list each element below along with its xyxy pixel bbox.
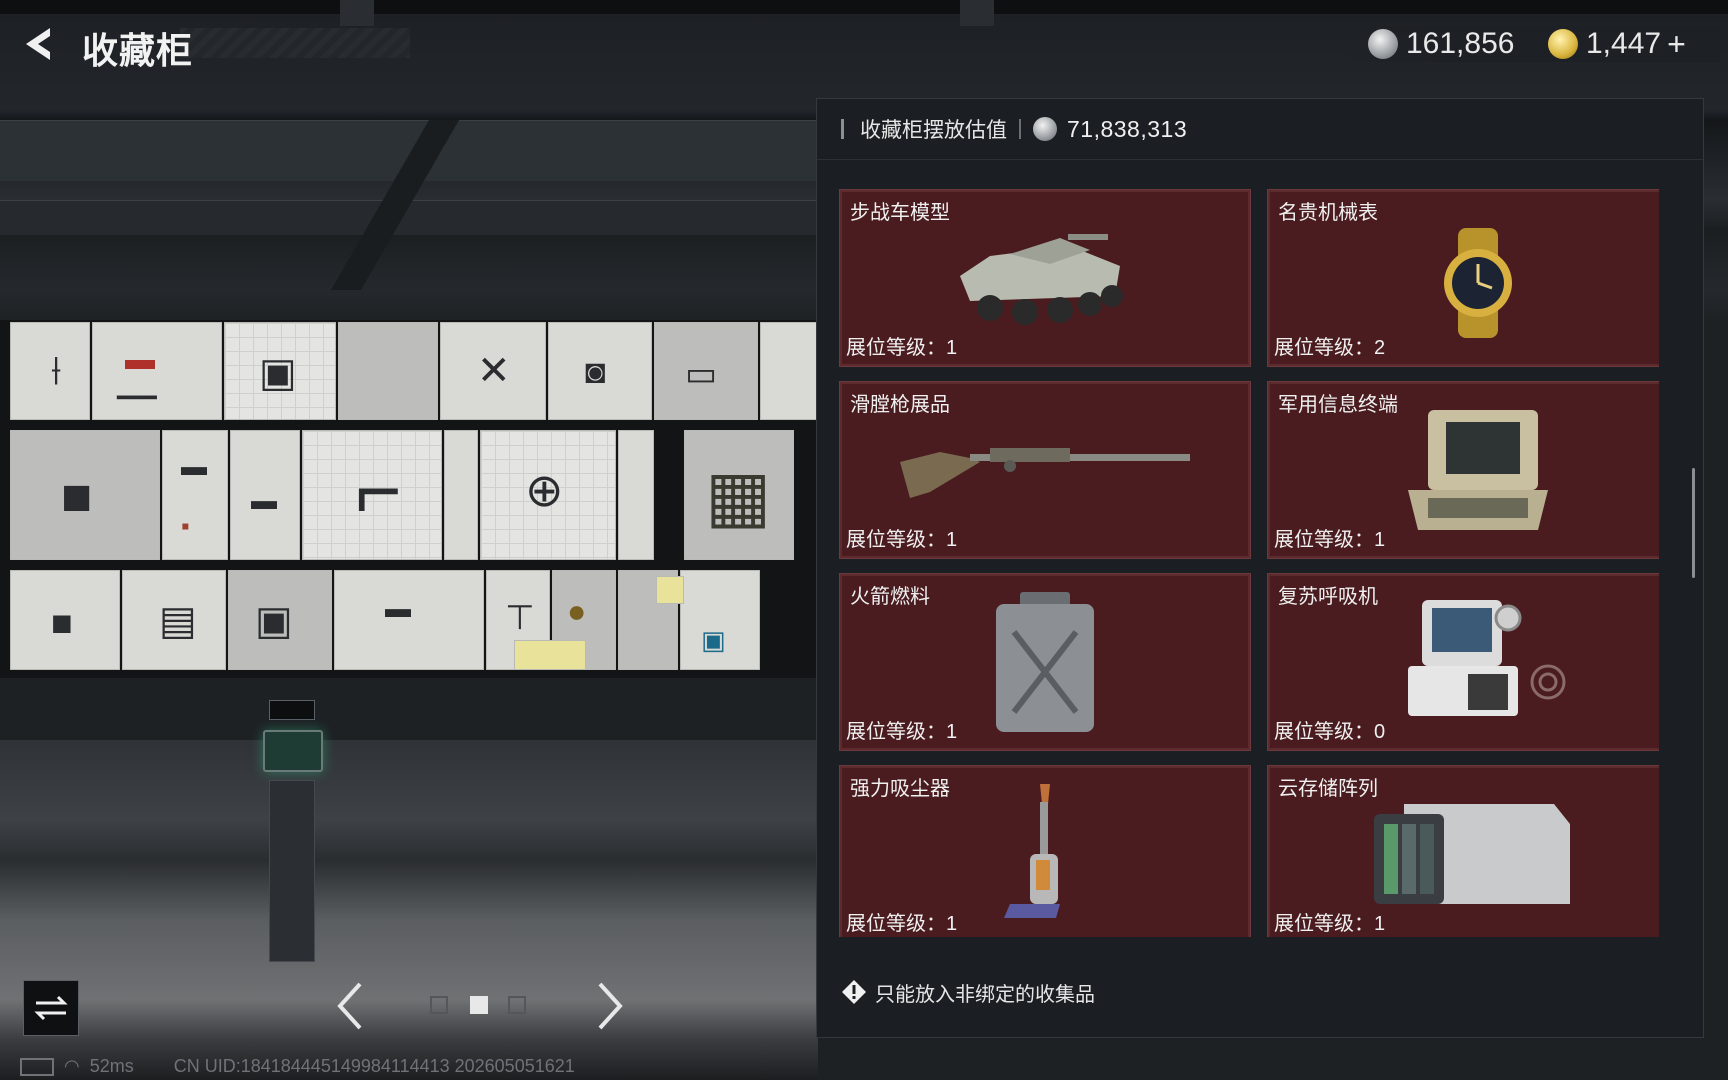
add-currency-button[interactable]: + — [1667, 26, 1686, 63]
card-name: 强力吸尘器 — [850, 778, 950, 800]
card-level: 展位等级：1 — [846, 721, 958, 743]
collectible-card[interactable]: 步战车模型 展位等级：1 — [839, 189, 1251, 367]
silver-currency: 161,856 — [1368, 24, 1514, 64]
collectible-card[interactable]: 强力吸尘器 展位等级：1 — [839, 765, 1251, 937]
card-level: 展位等级：1 — [846, 529, 958, 551]
floor — [0, 740, 818, 1080]
card-level: 展位等级：2 — [1274, 337, 1386, 359]
top-bar: 收藏柜 161,856 1,447 + — [0, 0, 1728, 90]
kiosk-sign — [269, 700, 315, 720]
back-arrow-icon[interactable] — [20, 24, 56, 64]
collectible-card[interactable]: 火箭燃料 展位等级：1 — [839, 573, 1251, 751]
swap-view-button[interactable] — [23, 980, 79, 1036]
card-name: 滑膛枪展品 — [850, 394, 950, 416]
collectible-card[interactable]: 军用信息终端 展位等级：1 — [1267, 381, 1659, 559]
collectible-card[interactable]: 复苏呼吸机 展位等级：0 — [1267, 573, 1659, 751]
card-name: 火箭燃料 — [850, 586, 930, 608]
display-kiosk — [255, 700, 327, 962]
page-indicator[interactable] — [430, 996, 448, 1014]
valuation-value: 71,838,313 — [1067, 115, 1188, 142]
collectible-card[interactable]: 云存储阵列 展位等级：1 — [1267, 765, 1659, 937]
card-level: 展位等级：1 — [846, 913, 958, 935]
wifi-icon: ◠ — [64, 1056, 80, 1076]
header-separator — [1019, 119, 1021, 139]
fuel-canister-icon — [990, 592, 1100, 737]
title-stripe — [180, 28, 410, 58]
previous-page-button[interactable] — [330, 978, 370, 1034]
card-name: 云存储阵列 — [1278, 778, 1378, 800]
card-level: 展位等级：1 — [1274, 529, 1386, 551]
card-name: 军用信息终端 — [1278, 394, 1398, 416]
storage-array-icon — [1374, 794, 1574, 919]
next-page-button[interactable] — [590, 978, 630, 1034]
military-terminal-icon — [1398, 410, 1558, 545]
header-accent-bar — [841, 119, 844, 139]
chevron-left-icon — [337, 982, 362, 1030]
warning-diamond-icon — [842, 980, 866, 1004]
collectible-card[interactable]: 名贵机械表 展位等级：2 — [1267, 189, 1659, 367]
kiosk-post — [269, 780, 315, 962]
card-name: 复苏呼吸机 — [1278, 586, 1378, 608]
footer-note: 只能放入非绑定的收集品 — [875, 983, 1095, 1006]
panel-scrollbar[interactable] — [1692, 468, 1695, 578]
collectible-card[interactable]: 滑膛枪展品 展位等级：1 — [839, 381, 1251, 559]
panel-footer: 只能放入非绑定的收集品 — [817, 947, 1703, 1037]
armored-vehicle-icon — [950, 216, 1130, 341]
panel-header: 收藏柜摆放估值 71,838,313 — [817, 99, 1703, 160]
card-name: 步战车模型 — [850, 202, 950, 224]
card-level: 展位等级：1 — [846, 337, 958, 359]
gold-currency-value: 1,447 — [1586, 27, 1662, 60]
gold-watch-icon — [1428, 228, 1528, 343]
gold-currency: 1,447 + — [1548, 24, 1686, 64]
card-level: 展位等级：0 — [1274, 721, 1386, 743]
musket-icon — [900, 432, 1190, 517]
silver-coin-icon — [1368, 29, 1398, 59]
card-level: 展位等级：1 — [1274, 913, 1386, 935]
page-indicator[interactable] — [508, 996, 526, 1014]
kiosk-screen — [263, 730, 323, 772]
valuation-label: 收藏柜摆放估值 — [860, 119, 1007, 142]
chevron-right-icon — [598, 982, 623, 1030]
battery-icon — [20, 1057, 54, 1076]
card-name: 名贵机械表 — [1278, 202, 1378, 224]
silver-currency-value: 161,856 — [1406, 27, 1515, 60]
collectible-grid: 步战车模型 展位等级：1 名贵机械表 展位等级：2 滑膛枪展品 展位等级：1 军… — [839, 189, 1659, 937]
collection-panel: 收藏柜摆放估值 71,838,313 步战车模型 展位等级：1 名贵机械表 展位… — [816, 98, 1704, 1038]
uid-text: CN UID:1841844451499841144​13 2026050516… — [173, 1056, 575, 1076]
page-indicator-active[interactable] — [470, 996, 488, 1014]
swap-arrows-icon — [34, 995, 68, 1021]
ping-value: 52ms — [89, 1056, 134, 1076]
collection-shelf: ⟊ ▬ ━━━ ▣ ✕ ◙ ▭ ■ ▬ ▪ ▬ ⌐ ⊕ ▦ ■ ▤ ▣ ▬ ⊤ ● … — [0, 320, 818, 678]
page-title: 收藏柜 — [82, 30, 194, 71]
ventilator-icon — [1408, 600, 1568, 725]
gold-coin-icon — [1548, 29, 1578, 59]
status-bar: ◠ 52ms CN UID:1841844451499841144​13 202… — [20, 1056, 575, 1077]
vacuum-cleaner-icon — [1000, 784, 1080, 929]
silver-coin-icon — [1033, 117, 1057, 141]
